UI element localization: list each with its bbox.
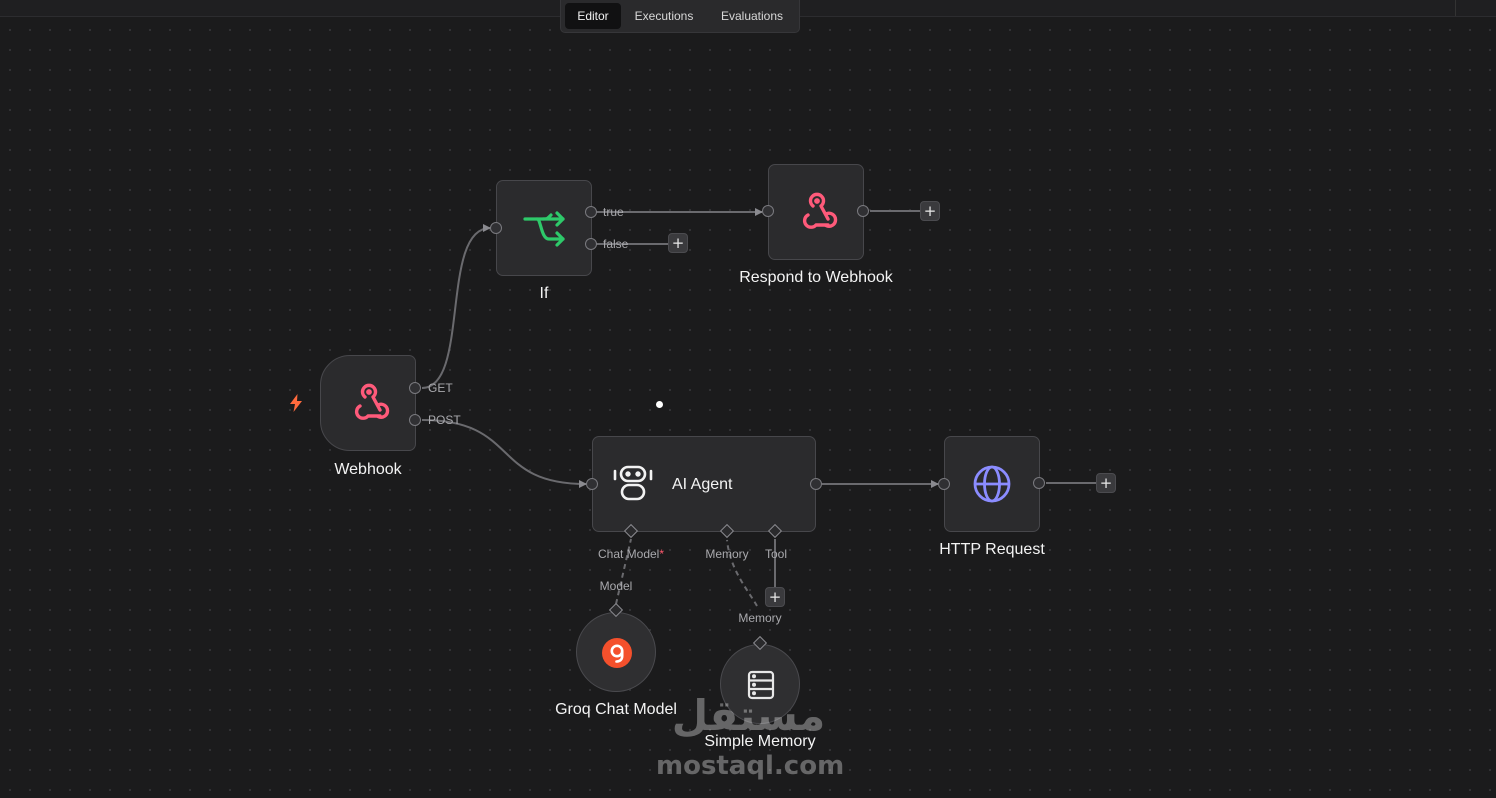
http-node-label: HTTP Request xyxy=(939,541,1045,558)
respond-add-button[interactable]: + xyxy=(920,201,940,221)
simple-memory-node[interactable] xyxy=(720,644,800,724)
agent-chat-model-label: Chat Model* xyxy=(597,547,665,561)
respond-output-port[interactable] xyxy=(857,205,869,217)
watermark-url: mostaql.com xyxy=(656,751,845,781)
mouse-cursor xyxy=(656,401,663,408)
webhook-output-post-port[interactable] xyxy=(409,414,421,426)
http-request-node[interactable] xyxy=(944,436,1040,532)
agent-memory-label: Memory xyxy=(705,547,749,561)
agent-output-port[interactable] xyxy=(810,478,822,490)
if-output-true-port[interactable] xyxy=(585,206,597,218)
respond-input-port[interactable] xyxy=(762,205,774,217)
ai-agent-label: AI Agent xyxy=(672,476,733,493)
branch-icon xyxy=(523,211,565,247)
if-node[interactable] xyxy=(496,180,592,276)
webhook-output-get-label: GET xyxy=(428,381,453,395)
globe-icon xyxy=(973,465,1011,503)
tab-evaluations[interactable]: Evaluations xyxy=(707,3,797,29)
groq-node-label: Groq Chat Model xyxy=(555,701,677,718)
database-icon xyxy=(747,670,775,700)
if-output-false-port[interactable] xyxy=(585,238,597,250)
tab-editor[interactable]: Editor xyxy=(565,3,621,29)
webhook-icon xyxy=(802,192,838,229)
if-node-label: If xyxy=(539,285,549,302)
if-false-add-button[interactable]: + xyxy=(668,233,688,253)
robot-icon xyxy=(613,465,653,501)
webhook-trigger-node[interactable] xyxy=(320,355,416,451)
http-output-port[interactable] xyxy=(1033,477,1045,489)
ai-agent-node[interactable]: AI Agent xyxy=(592,436,816,532)
required-mark: * xyxy=(659,547,665,561)
agent-tool-label: Tool xyxy=(764,547,788,561)
tab-executions[interactable]: Executions xyxy=(625,3,703,29)
if-input-port[interactable] xyxy=(490,222,502,234)
webhook-node-label: Webhook xyxy=(334,461,402,478)
agent-tool-add-button[interactable]: + xyxy=(765,587,785,607)
if-output-true-label: true xyxy=(603,205,624,219)
top-bar-divider xyxy=(1455,0,1456,16)
agent-input-port[interactable] xyxy=(586,478,598,490)
webhook-icon xyxy=(354,383,390,420)
groq-logo-icon xyxy=(602,638,632,668)
memory-connector-label: Memory xyxy=(738,611,782,625)
webhook-output-post-label: POST xyxy=(428,413,461,427)
groq-connector-label: Model xyxy=(599,579,633,593)
if-output-false-label: false xyxy=(603,237,629,251)
view-tabs: Editor Executions Evaluations xyxy=(560,0,800,33)
edge-webhook-get-to-if xyxy=(421,224,491,389)
edge-webhook-post-to-agent xyxy=(421,419,587,488)
groq-chat-model-node[interactable] xyxy=(576,612,656,692)
lightning-bolt-icon xyxy=(290,394,302,412)
respond-to-webhook-node[interactable] xyxy=(768,164,864,260)
workflow-canvas[interactable]: Editor Executions Evaluations true false… xyxy=(0,0,1496,798)
memory-node-label: Simple Memory xyxy=(704,733,816,750)
respond-node-label: Respond to Webhook xyxy=(739,269,893,286)
http-input-port[interactable] xyxy=(938,478,950,490)
http-add-button[interactable]: + xyxy=(1096,473,1116,493)
webhook-output-get-port[interactable] xyxy=(409,382,421,394)
